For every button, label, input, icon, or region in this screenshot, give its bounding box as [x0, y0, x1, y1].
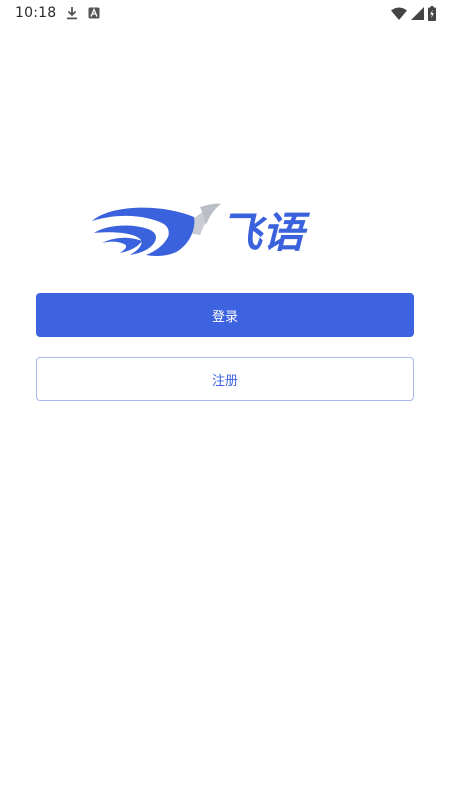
status-bar: 10:18	[0, 0, 450, 26]
status-bar-left: 10:18	[15, 5, 100, 21]
logo-wordmark: 飞语	[220, 208, 311, 257]
status-bar-right	[391, 5, 436, 21]
signal-icon	[411, 6, 424, 20]
wifi-icon	[391, 7, 407, 20]
status-time: 10:18	[15, 5, 57, 21]
app-logo: 飞语	[90, 199, 360, 261]
login-button-label: 登录	[211, 308, 238, 324]
register-button-label: 注册	[211, 372, 238, 388]
register-button[interactable]: 注册	[36, 357, 414, 401]
login-button[interactable]: 登录	[36, 293, 414, 337]
download-icon	[66, 6, 78, 20]
logo-swoosh-mark	[92, 203, 221, 256]
app-screen: 10:18 飞语 登录 注册	[0, 0, 450, 800]
battery-charging-icon	[428, 5, 436, 21]
text-notification-icon	[88, 7, 100, 19]
